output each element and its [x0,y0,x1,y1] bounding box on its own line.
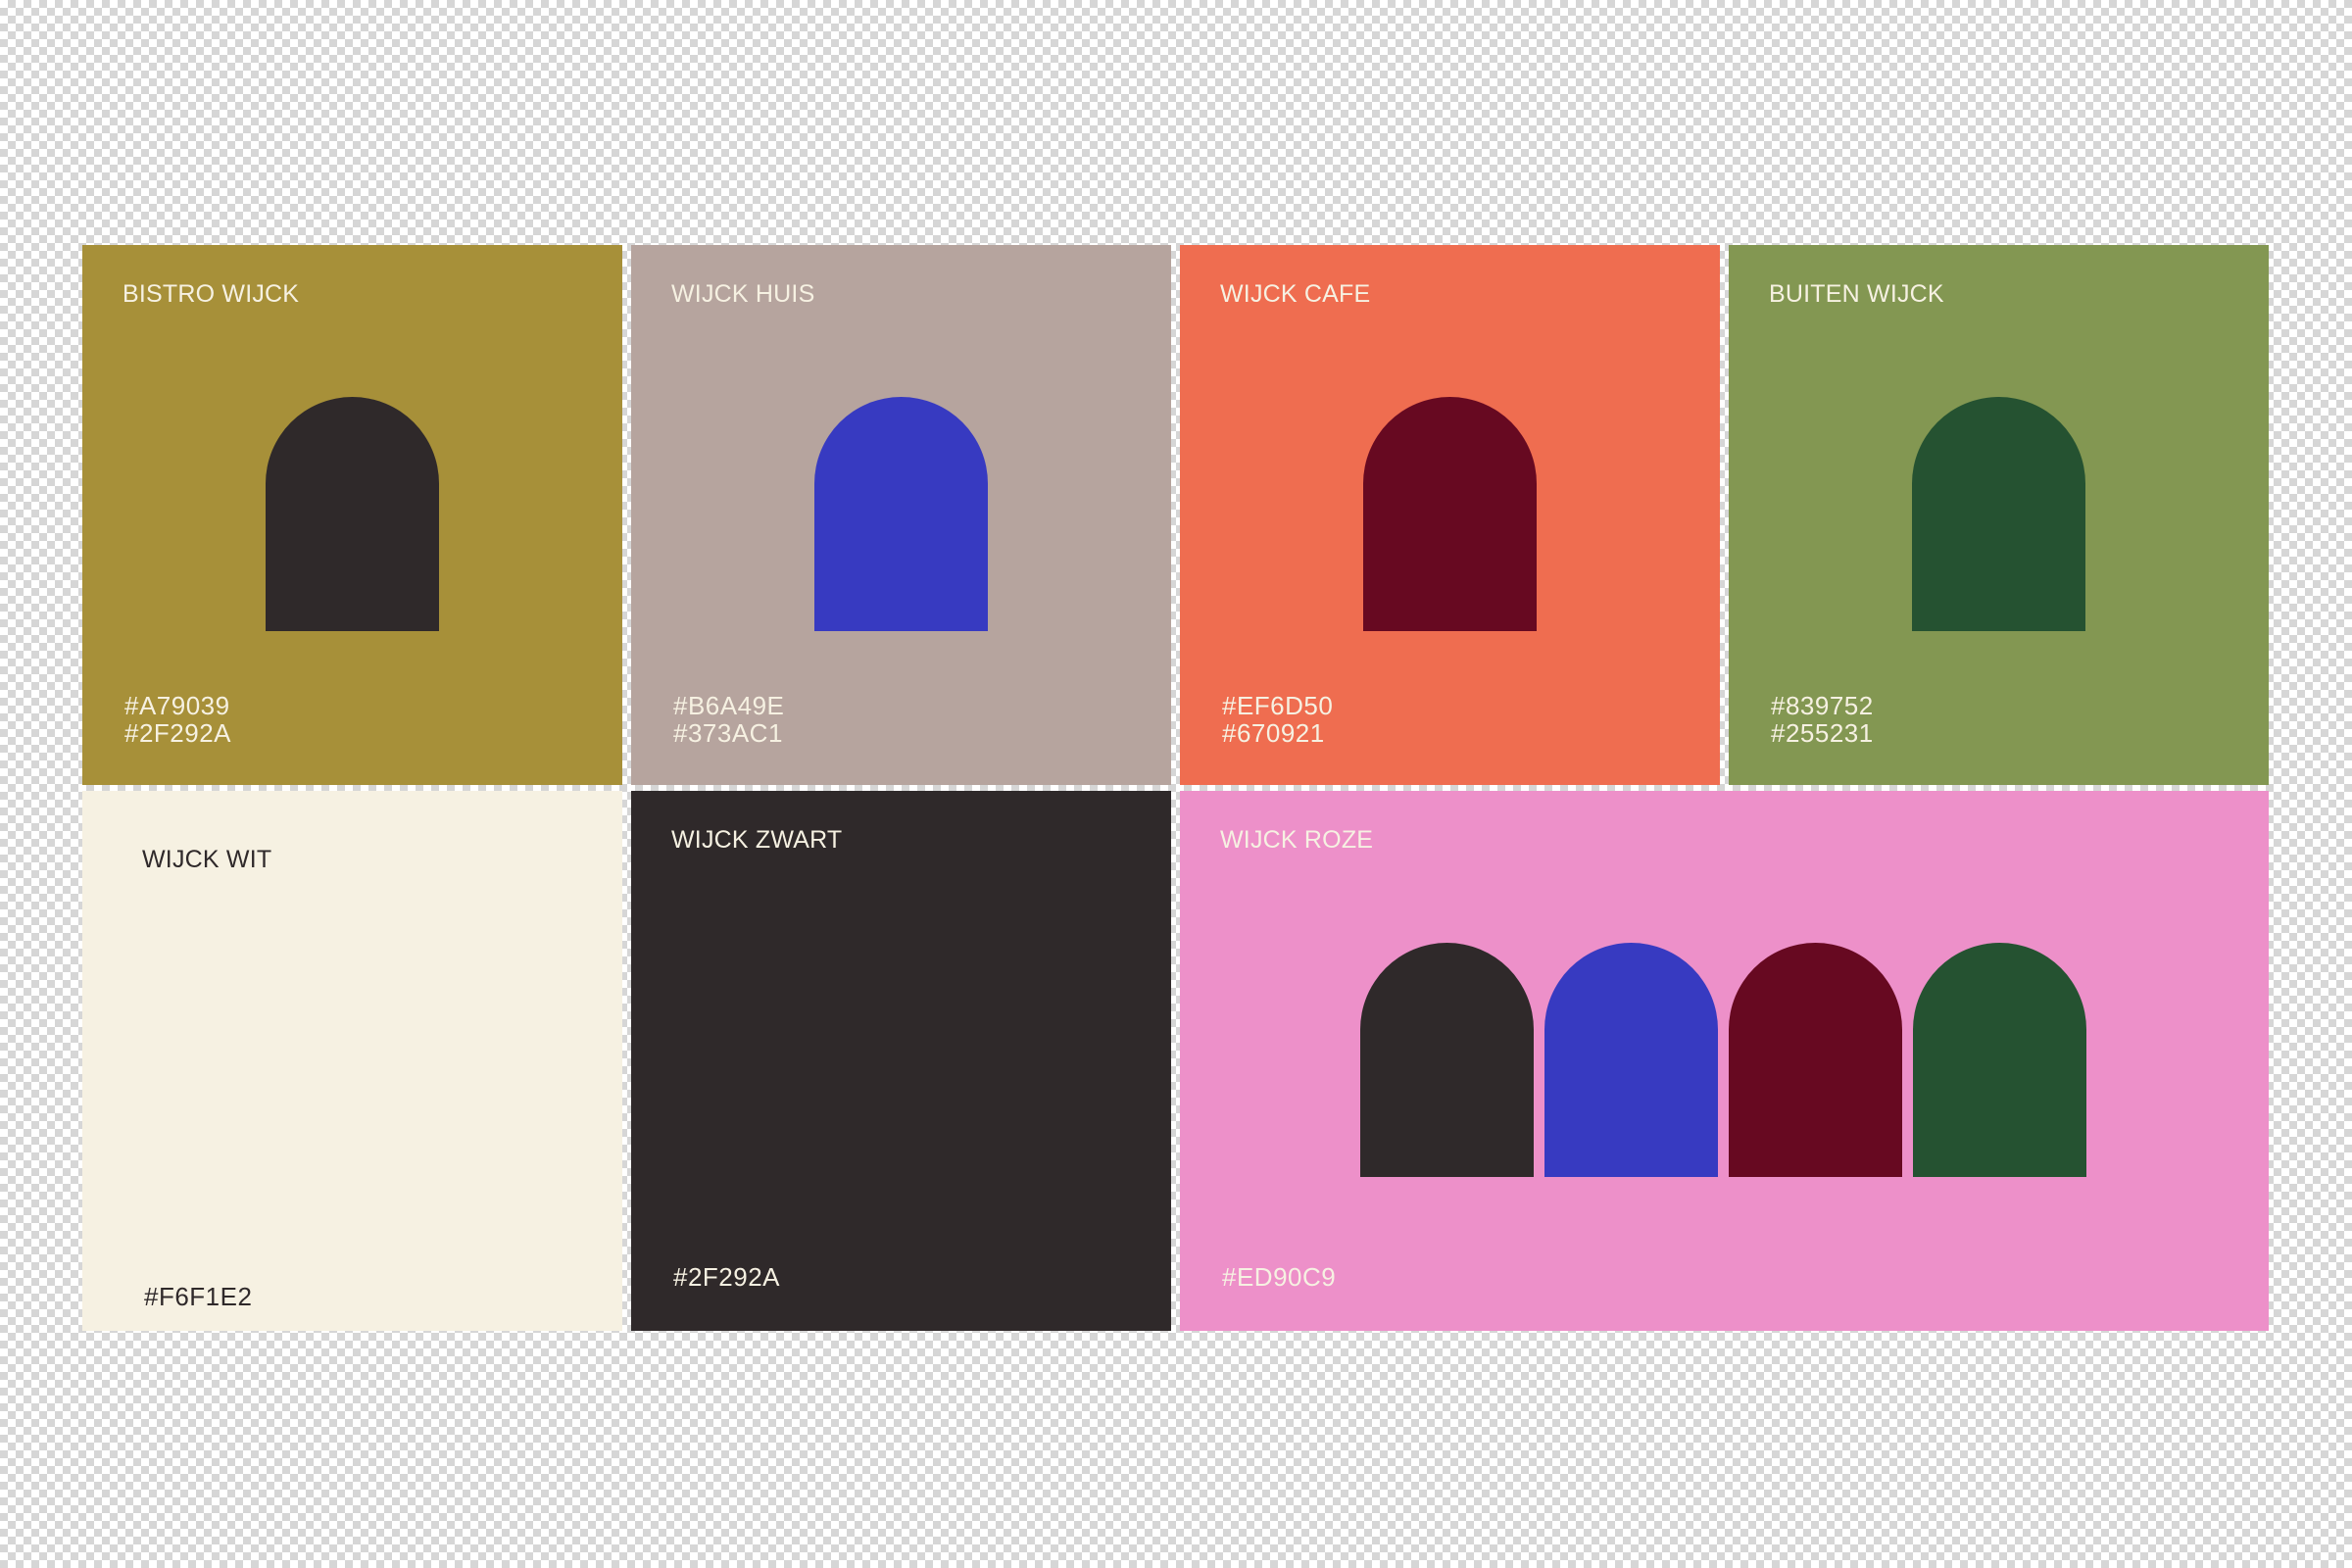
swatch-wijck-roze: WIJCK ROZE #ED90C9 [1180,791,2269,1331]
arch-shape [1360,943,1534,1177]
color-code: #ED90C9 [1222,1262,1337,1292]
swatch-codes: #2F292A [673,1263,780,1291]
swatch-wijck-zwart: WIJCK ZWART #2F292A [631,791,1171,1331]
swatch-wijck-wit: WIJCK WIT #F6F1E2 [82,791,622,1331]
arch-shape [1363,397,1537,631]
color-code: #839752 [1771,691,1874,720]
swatch-codes: #B6A49E #373AC1 [673,692,784,747]
swatch-bistro-wijck: BISTRO WIJCK #A79039 #2F292A [82,245,622,785]
swatch-buiten-wijck: BUITEN WIJCK #839752 #255231 [1729,245,2269,785]
color-code: #255231 [1771,718,1874,748]
color-code: #EF6D50 [1222,691,1334,720]
color-code: #373AC1 [673,718,783,748]
swatch-wijck-huis: WIJCK HUIS #B6A49E #373AC1 [631,245,1171,785]
arch-shape [1544,943,1718,1177]
arch-shape [1729,943,1902,1177]
swatch-name: WIJCK CAFE [1220,280,1371,308]
swatch-name: WIJCK ZWART [671,826,843,854]
swatch-name: WIJCK HUIS [671,280,815,308]
color-code: #2F292A [124,718,232,748]
color-code: #670921 [1222,718,1325,748]
swatch-name: BUITEN WIJCK [1769,280,1944,308]
swatch-codes: #A79039 #2F292A [124,692,231,747]
color-code: #A79039 [124,691,230,720]
swatch-name: WIJCK WIT [142,846,272,873]
swatch-wijck-cafe: WIJCK CAFE #EF6D50 #670921 [1180,245,1720,785]
swatch-codes: #F6F1E2 [144,1283,252,1310]
swatch-codes: #EF6D50 #670921 [1222,692,1333,747]
swatch-codes: #839752 #255231 [1771,692,1874,747]
swatch-codes: #ED90C9 [1222,1263,1336,1291]
color-code: #2F292A [673,1262,781,1292]
color-code: #F6F1E2 [144,1282,253,1311]
arch-shape [1912,397,2085,631]
swatch-name: WIJCK ROZE [1220,826,1374,854]
color-code: #B6A49E [673,691,785,720]
arch-shape [1913,943,2086,1177]
arch-shape [266,397,439,631]
arch-shape [814,397,988,631]
swatch-name: BISTRO WIJCK [122,280,300,308]
